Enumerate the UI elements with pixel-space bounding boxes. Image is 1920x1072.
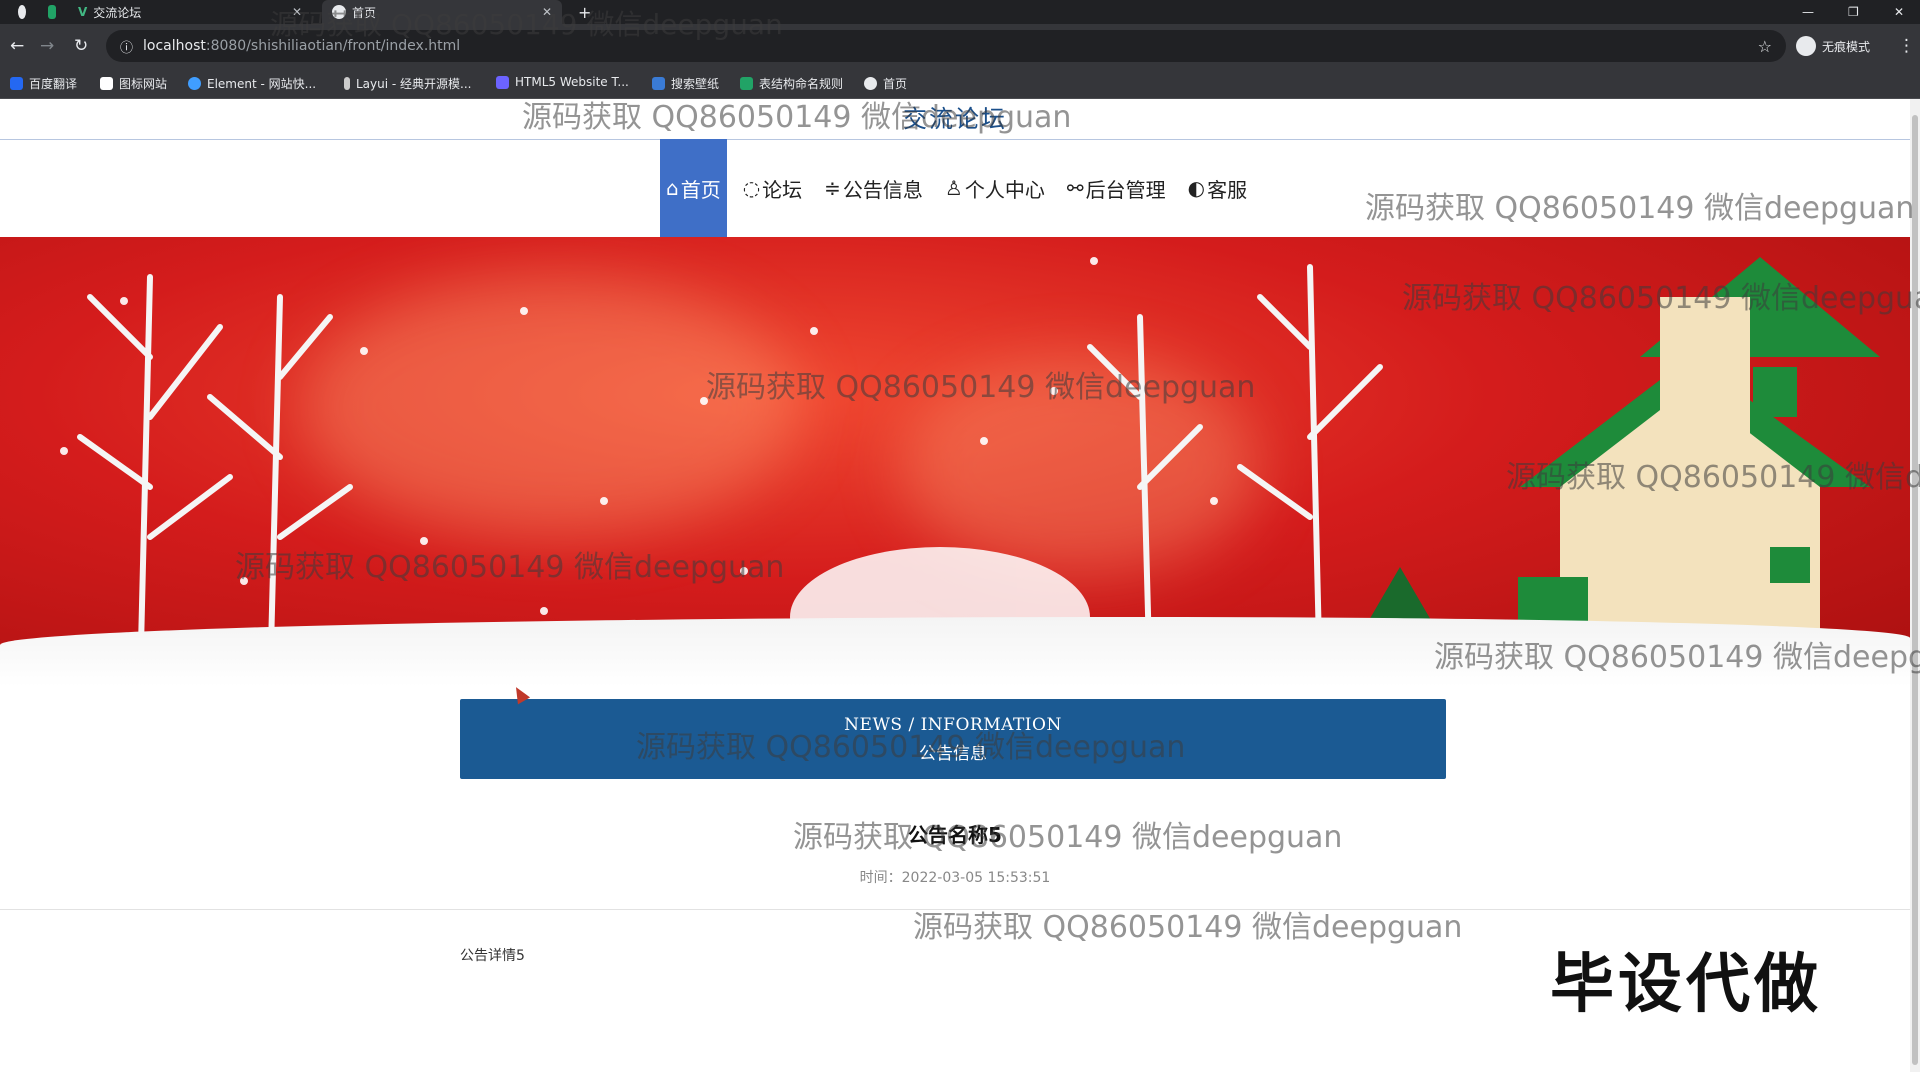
bookmark-item[interactable]: Layui - 经典开源模... [344, 75, 471, 92]
site-title: 交流论坛 [0, 99, 1910, 140]
notice-icon: ≑ [824, 176, 841, 200]
info-icon[interactable]: ⓘ [120, 37, 133, 56]
nav-label: 论坛 [762, 177, 803, 202]
wallpaper-icon [652, 77, 665, 90]
nav-label: 个人中心 [964, 177, 1045, 202]
translate-icon [10, 77, 23, 90]
menu-icon[interactable]: ⋮ [1898, 36, 1915, 56]
banner-carousel[interactable] [0, 237, 1910, 687]
bookmark-label: 表结构命名规则 [759, 77, 844, 91]
url-host: localhost [143, 38, 206, 54]
html5-icon [496, 75, 509, 89]
vue-icon: V [78, 5, 88, 19]
browser-tab-strip: V 交流论坛 ✕ 首页 ✕ + — ❐ ✕ [0, 0, 1920, 24]
notice-title: 公告名称5 [908, 823, 1002, 847]
bookmark-item[interactable]: Element - 网站快... [188, 75, 316, 92]
incognito-icon [1796, 36, 1816, 56]
new-tab-button[interactable]: + [568, 0, 598, 24]
browser-tab[interactable] [38, 0, 66, 24]
address-bar[interactable]: ⓘ localhost :8080/shishiliaotian/front/i… [106, 30, 1786, 62]
bookmark-star-icon[interactable]: ☆ [1758, 37, 1772, 56]
sheet-icon [740, 77, 753, 90]
main-nav: ⌂ 首页 ◌ 论坛 ≑ 公告信息 ♙ 个人中心 ⚯ 后台管理 ◐ 客服 [660, 139, 1263, 237]
profile-label: 无痕模式 [1822, 39, 1871, 54]
layui-icon [344, 77, 350, 90]
forum-icon: ◌ [742, 176, 761, 200]
bookmark-item[interactable]: 首页 [864, 75, 907, 92]
browser-toolbar: ← → ↻ ⓘ localhost :8080/shishiliaotian/f… [0, 24, 1920, 68]
bookmark-label: 图标网站 [119, 77, 168, 91]
tab-title: 交流论坛 [93, 5, 142, 20]
sheet-icon [48, 5, 56, 19]
bookmark-item[interactable]: HTML5 Website T... [496, 75, 629, 89]
restore-icon[interactable]: ❐ [1848, 0, 1859, 24]
nav-admin[interactable]: ⚯ 后台管理 [1061, 139, 1172, 237]
notice-time: 时间：2022-03-05 15:53:51 [0, 867, 1910, 887]
nav-label: 客服 [1207, 177, 1248, 202]
bookmark-label: HTML5 Website T... [515, 75, 629, 89]
tab-close-icon[interactable]: ✕ [292, 5, 302, 19]
nav-label: 首页 [680, 177, 721, 202]
nav-label: 后台管理 [1085, 177, 1166, 202]
browser-tab-forum[interactable]: V 交流论坛 ✕ [68, 0, 312, 24]
nav-profile[interactable]: ♙ 个人中心 [939, 139, 1051, 237]
forward-icon[interactable]: → [40, 36, 54, 56]
url-path: :8080/shishiliaotian/front/index.html [205, 38, 461, 54]
scrollbar-thumb[interactable] [1912, 115, 1918, 1065]
reload-icon[interactable]: ↻ [74, 36, 88, 56]
bookmark-item[interactable]: 表结构命名规则 [740, 75, 843, 92]
globe-icon [332, 5, 346, 19]
nav-forum[interactable]: ◌ 论坛 [737, 139, 808, 237]
user-icon: ♙ [944, 176, 963, 200]
web-page: 交流论坛 ⌂ 首页 ◌ 论坛 ≑ 公告信息 ♙ 个人中心 ⚯ 后台管理 ◐ 客服 [0, 99, 1910, 1072]
globe-icon [18, 5, 26, 19]
notice-time-value: 2022-03-05 15:53:51 [901, 870, 1051, 886]
bookmarks-bar: 百度翻译 图标网站 Element - 网站快... Layui - 经典开源模… [0, 68, 1920, 99]
promo-stamp: 毕设代做 [1550, 948, 1822, 1022]
bookmark-label: 搜索壁纸 [671, 77, 720, 91]
nav-service[interactable]: ◐ 客服 [1182, 139, 1253, 237]
bookmark-item[interactable]: 百度翻译 [10, 75, 77, 92]
globe-icon [864, 77, 877, 90]
divider [0, 909, 1910, 910]
service-icon: ◐ [1187, 176, 1206, 200]
browser-tab-home[interactable]: 首页 ✕ [322, 0, 562, 24]
bookmark-item[interactable]: 搜索壁纸 [652, 75, 719, 92]
profile-button[interactable]: 无痕模式 [1796, 36, 1870, 56]
news-title-en: NEWS / INFORMATION [844, 715, 1062, 735]
page-scrollbar[interactable] [1910, 99, 1920, 1072]
snow-ground [0, 617, 1910, 687]
element-icon [188, 77, 201, 90]
back-icon[interactable]: ← [10, 36, 24, 56]
minimize-icon[interactable]: — [1802, 0, 1814, 24]
bookmark-label: Element - 网站快... [207, 77, 317, 91]
bookmark-label: 百度翻译 [29, 77, 78, 91]
tab-title: 首页 [352, 5, 377, 20]
browser-tab[interactable] [8, 0, 36, 24]
home-icon: ⌂ [666, 176, 679, 200]
nav-home[interactable]: ⌂ 首页 [660, 139, 727, 237]
news-title-cn: 公告信息 [919, 744, 987, 764]
notice-time-label: 时间： [859, 870, 902, 886]
nav-label: 公告信息 [842, 177, 923, 202]
notice-body: 公告详情5 [460, 948, 525, 964]
tab-close-icon[interactable]: ✕ [542, 5, 552, 19]
link-icon: ⚯ [1066, 176, 1084, 200]
nav-notice[interactable]: ≑ 公告信息 [818, 139, 929, 237]
news-section-header: NEWS / INFORMATION 公告信息 [460, 699, 1446, 779]
bookmark-label: Layui - 经典开源模... [356, 77, 472, 91]
bookmark-item[interactable]: 图标网站 [100, 75, 167, 92]
bookmark-label: 首页 [883, 77, 908, 91]
close-window-icon[interactable]: ✕ [1894, 0, 1904, 24]
flag-icon [100, 77, 113, 90]
